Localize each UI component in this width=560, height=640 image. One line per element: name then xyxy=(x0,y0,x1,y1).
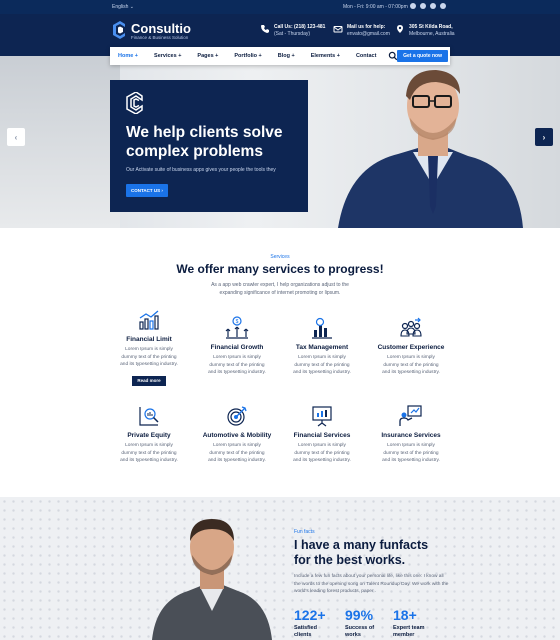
presentation-board-icon xyxy=(312,406,332,427)
svg-text:$: $ xyxy=(236,319,239,325)
service-desc: Lorem Ipsum is simply dummy text of the … xyxy=(208,443,266,463)
stat-label: Success of works xyxy=(345,625,375,638)
nav-portfolio-label: Portfolio xyxy=(234,53,257,59)
get-quote-button[interactable]: Get a quote now xyxy=(397,50,448,62)
hero-slider: We help clients solve complex problems O… xyxy=(0,56,560,228)
address-title: 305 St Kilda Road, xyxy=(409,24,453,30)
stat-label: Satisfied clients xyxy=(294,625,317,638)
phone-info: Call Us: (218) 123-481 (Sat - Thursday) xyxy=(260,24,325,38)
stat-value: 99% xyxy=(345,607,374,623)
service-name: Financial Growth xyxy=(210,344,264,351)
contact-us-button[interactable]: CONTACT US › xyxy=(126,184,168,197)
hero-subtitle: Our Activate suite of business apps give… xyxy=(126,167,276,173)
main-nav: Home + Services + Pages + Portfolio + Bl… xyxy=(110,47,450,65)
service-desc: Lorem Ipsum is simply dummy text of the … xyxy=(120,443,178,463)
service-desc: Lorem Ipsum is simply dummy text of the … xyxy=(120,347,178,367)
service-desc: Lorem Ipsum is simply dummy text of the … xyxy=(208,355,266,375)
linkedin-icon[interactable] xyxy=(440,3,446,9)
nav-home-label: Home xyxy=(118,53,134,59)
service-desc: Lorem Ipsum is simply dummy text of the … xyxy=(382,355,440,375)
top-bar: English ⌄ Mon - Fri: 9:00 am - 07:00pm xyxy=(0,0,560,14)
address-sub: Melbourne, Australia xyxy=(409,31,455,37)
opening-hours: Mon - Fri: 9:00 am - 07:00pm xyxy=(343,4,408,10)
mail-info: Mail us for help: envato@gmail.com xyxy=(333,24,390,38)
facts-description: Include a few fun facts about your perso… xyxy=(294,574,449,594)
service-card[interactable]: Insurance Services Lorem Ipsum is simply… xyxy=(367,404,455,465)
twitter-icon[interactable] xyxy=(410,3,416,9)
facts-kicker: Fun facts xyxy=(294,529,315,535)
hero-caption-card: We help clients solve complex problems O… xyxy=(110,80,308,212)
nav-pages-label: Pages xyxy=(197,53,214,59)
stat-value: 18+ xyxy=(393,607,417,623)
target-icon xyxy=(227,406,247,426)
service-name: Financial Limit xyxy=(126,336,172,343)
logo-tagline: Finance & Business Solution xyxy=(131,35,189,40)
nav-services-label: Services xyxy=(154,53,177,59)
mail-icon xyxy=(333,26,343,33)
nav-services[interactable]: Services + xyxy=(146,53,189,59)
stat-value: 122+ xyxy=(294,607,326,623)
stat-satisfied-clients: 122+ Satisfied clients xyxy=(294,607,334,639)
service-name: Insurance Services xyxy=(381,432,441,439)
nav-home[interactable]: Home + xyxy=(110,53,146,59)
logo-mark-icon xyxy=(126,92,143,114)
growth-coin-icon: $ xyxy=(225,316,249,339)
logo-name[interactable]: Consultio xyxy=(131,21,191,36)
service-card[interactable]: Financial Limit Lorem Ipsum is simply du… xyxy=(105,308,193,387)
service-card[interactable]: Tax Management Lorem Ipsum is simply dum… xyxy=(278,316,366,377)
address-info: 305 St Kilda Road, Melbourne, Australia xyxy=(395,24,455,38)
phone-sub: (Sat - Thursday) xyxy=(274,31,311,37)
service-desc: Lorem Ipsum is simply dummy text of the … xyxy=(382,443,440,463)
services-description: As a app web crawler expert, I help orga… xyxy=(211,282,349,296)
hero-title: We help clients solve complex problems xyxy=(126,124,283,160)
slider-next-button[interactable]: › xyxy=(535,128,553,146)
phone-icon xyxy=(261,25,269,33)
team-icon xyxy=(400,317,422,337)
service-desc: Lorem Ipsum is simply dummy text of the … xyxy=(293,355,351,375)
service-name: Customer Experience xyxy=(377,344,445,351)
hero-businessman-image xyxy=(338,70,523,228)
services-title: We offer many services to progress! xyxy=(176,262,384,276)
service-name: Financial Services xyxy=(293,432,351,439)
service-name: Automotive & Mobility xyxy=(202,432,272,439)
magnifier-chart-icon xyxy=(139,407,159,426)
language-selector[interactable]: English ⌄ xyxy=(112,4,134,10)
service-card[interactable]: Automotive & Mobility Lorem Ipsum is sim… xyxy=(193,404,281,465)
service-card[interactable]: Private Equity Lorem Ipsum is simply dum… xyxy=(105,404,193,465)
facts-title: I have a many funfacts for the best work… xyxy=(294,538,429,567)
nav-pages[interactable]: Pages + xyxy=(189,53,226,59)
service-card[interactable]: Customer Experience Lorem Ipsum is simpl… xyxy=(367,316,455,377)
contact-us-label: CONTACT US xyxy=(131,188,161,193)
mail-title: Mail us for help: xyxy=(347,24,386,30)
social-links xyxy=(410,3,446,9)
phone-title[interactable]: Call Us: (218) 123-481 xyxy=(274,24,325,30)
logo-icon[interactable] xyxy=(112,21,128,39)
mail-address[interactable]: envato@gmail.com xyxy=(347,31,390,37)
service-desc: Lorem Ipsum is simply dummy text of the … xyxy=(293,443,351,463)
nav-portfolio[interactable]: Portfolio + xyxy=(226,53,269,59)
services-kicker: Services xyxy=(270,254,290,260)
service-name: Private Equity xyxy=(127,432,171,439)
stat-label: Expert team member xyxy=(393,625,425,638)
bar-chart-rise-icon xyxy=(139,310,159,330)
nav-blog[interactable]: Blog + xyxy=(270,53,303,59)
nav-contact[interactable]: Contact xyxy=(348,53,384,59)
portrait-image xyxy=(152,519,272,640)
stat-success-of-works: 99% Success of works xyxy=(345,607,385,639)
facebook-icon[interactable] xyxy=(420,3,426,9)
read-more-button[interactable]: Read more xyxy=(132,375,166,386)
service-name: Tax Management xyxy=(295,344,349,351)
presenter-icon xyxy=(399,405,422,426)
service-card[interactable]: $ Financial Growth Lorem Ipsum is simply… xyxy=(193,316,281,377)
stat-expert-team: 18+ Expert team member xyxy=(393,607,433,639)
nav-elements-label: Elements xyxy=(310,53,336,59)
fun-facts-section: Fun facts I have a many funfacts for the… xyxy=(0,497,560,640)
nav-blog-label: Blog xyxy=(277,53,290,59)
pinterest-icon[interactable] xyxy=(430,3,436,9)
slider-prev-button[interactable]: ‹ xyxy=(7,128,25,146)
tax-chart-icon xyxy=(312,317,332,339)
service-card[interactable]: Financial Services Lorem Ipsum is simply… xyxy=(278,404,366,465)
nav-elements[interactable]: Elements + xyxy=(303,53,348,59)
location-pin-icon xyxy=(397,25,403,33)
